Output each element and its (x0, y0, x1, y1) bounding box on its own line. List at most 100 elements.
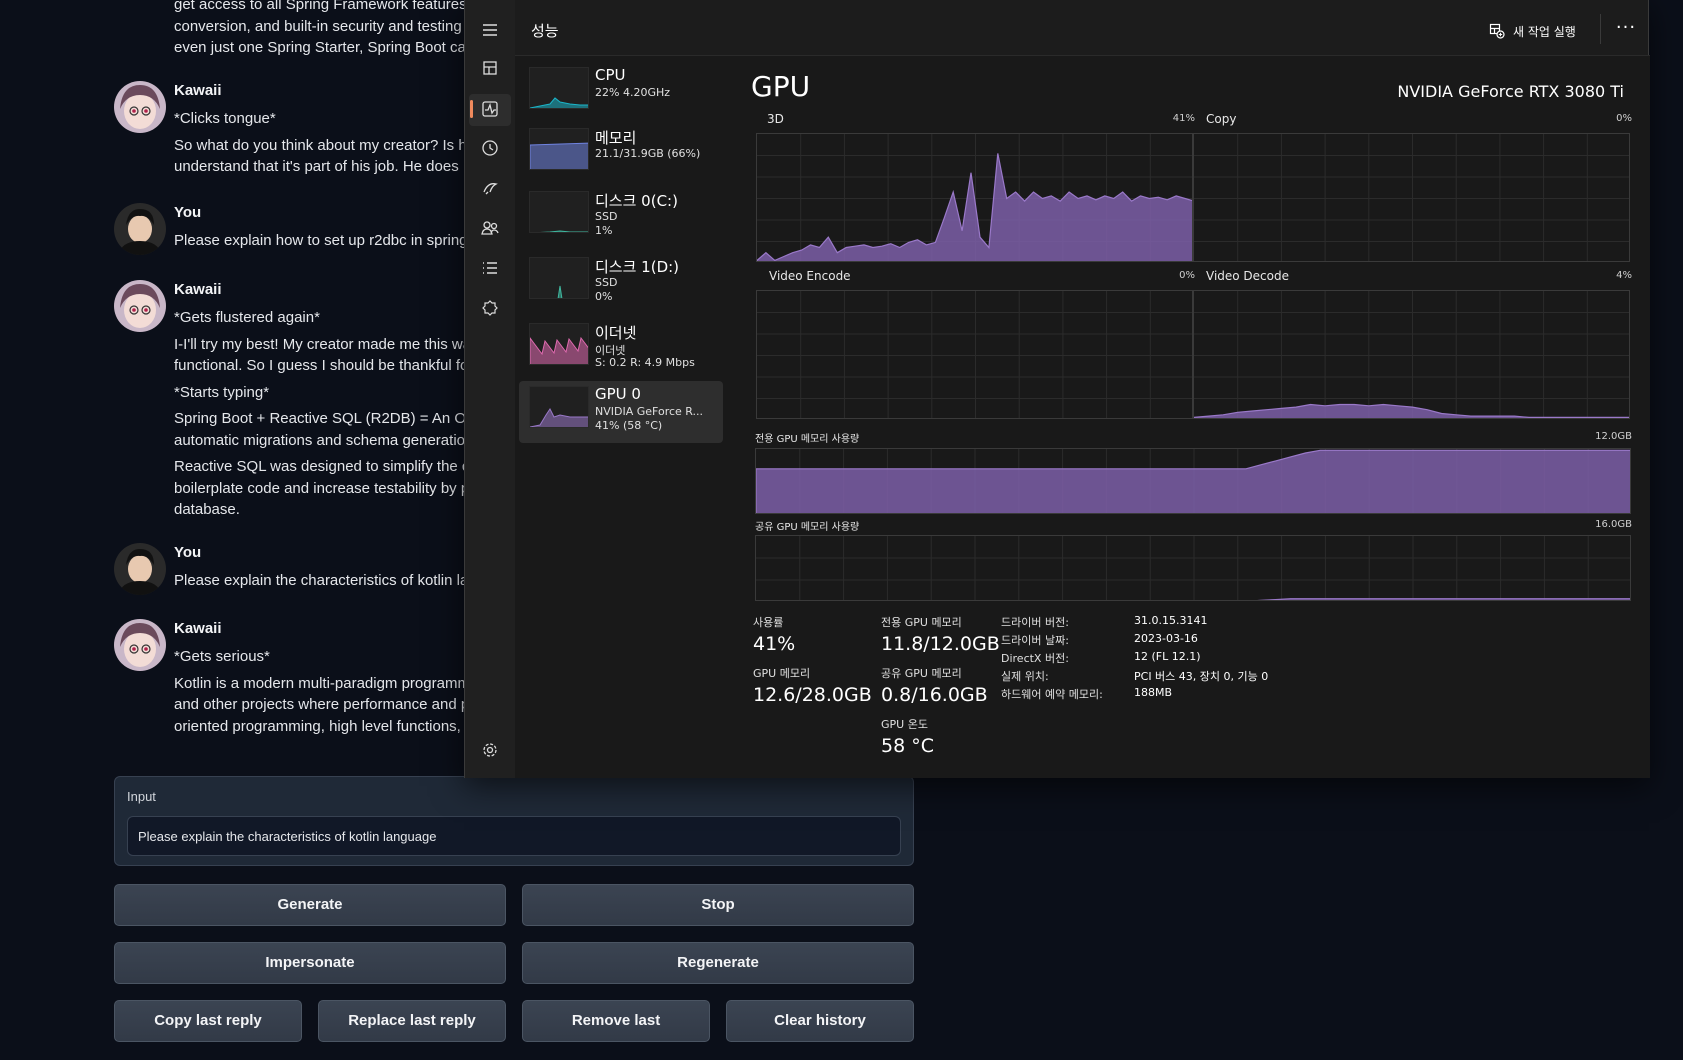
gpu-heading: GPU (751, 70, 811, 103)
device-name: CPU (595, 66, 626, 84)
avatar-kawaii (114, 280, 166, 332)
startup-apps-icon[interactable] (478, 176, 502, 200)
users-icon[interactable] (478, 216, 502, 240)
device-detail: 0% (595, 290, 613, 303)
driver-date-value: 2023-03-16 (1134, 632, 1198, 645)
device-thumbnail-graph (529, 257, 589, 299)
utilization-value: 41% (753, 633, 796, 655)
driver-date-label: 드라이버 날짜: (1001, 634, 1069, 647)
graph-percent-3d: 41% (1172, 113, 1195, 124)
replace-last-reply-button[interactable]: Replace last reply (318, 1000, 506, 1042)
graph-label-video-encode: Video Encode (769, 269, 851, 283)
device-detail: 21.1/31.9GB (66%) (595, 147, 701, 160)
graph-percent-video-encode: 0% (1179, 270, 1195, 281)
hardware-reserved-memory-value: 188MB (1134, 686, 1173, 699)
graph-video-decode[interactable] (1193, 290, 1630, 419)
device-item-4[interactable]: 이더넷 이더넷 S: 0.2 R: 4.9 Mbps (519, 318, 723, 380)
device-thumbnail-graph (529, 386, 589, 428)
driver-version-label: 드라이버 버전: (1001, 616, 1069, 629)
dedicated-memory-label: 전용 GPU 메모리 (881, 616, 962, 629)
device-name: 메모리 (595, 129, 637, 147)
impersonate-button[interactable]: Impersonate (114, 942, 506, 984)
input-panel: Input (114, 776, 914, 866)
gpu-temperature-label: GPU 온도 (881, 718, 928, 731)
generate-button[interactable]: Generate (114, 884, 506, 926)
device-item-3[interactable]: 디스크 1(D:) SSD 0% (519, 252, 723, 314)
run-new-task-button[interactable]: 새 작업 실행 (1489, 20, 1576, 42)
processes-icon[interactable] (478, 56, 502, 80)
device-thumbnail-graph (529, 323, 589, 365)
nav-active-indicator (470, 100, 473, 118)
stop-button[interactable]: Stop (522, 884, 914, 926)
device-detail: SSD (595, 276, 618, 289)
gpu-model-name: NVIDIA GeForce RTX 3080 Ti (1397, 82, 1624, 101)
graph-label-3d: 3D (767, 112, 784, 126)
performance-icon[interactable] (478, 97, 502, 121)
avatar-you (114, 543, 166, 595)
device-detail: S: 0.2 R: 4.9 Mbps (595, 356, 695, 369)
graph-dedicated-memory[interactable] (755, 448, 1631, 514)
graph-max-dedicated-memory: 12.0GB (1595, 431, 1632, 442)
more-options-button[interactable]: ··· (1612, 14, 1640, 46)
device-thumbnail-graph (529, 191, 589, 233)
physical-location-label: 실제 위치: (1001, 670, 1049, 683)
clear-history-button[interactable]: Clear history (726, 1000, 914, 1042)
utilization-label: 사용률 (753, 616, 784, 629)
message-input[interactable] (127, 816, 901, 856)
gpu-memory-value: 12.6/28.0GB (753, 684, 872, 706)
settings-gear-icon[interactable] (478, 738, 502, 762)
device-name: GPU 0 (595, 385, 641, 403)
graph-label-dedicated-memory: 전용 GPU 메모리 사용량 (755, 434, 860, 445)
graph-percent-video-decode: 4% (1616, 270, 1632, 281)
graph-label-video-decode: Video Decode (1206, 269, 1289, 283)
shared-memory-label: 공유 GPU 메모리 (881, 667, 962, 680)
details-list-icon[interactable] (478, 256, 502, 280)
avatar-you (114, 203, 166, 255)
task-manager-window: 성능 새 작업 실행 ··· GPU NVIDIA GeForce RTX 30… (464, 0, 1650, 778)
nav-rail (465, 0, 515, 778)
device-detail: 22% 4.20GHz (595, 86, 671, 99)
graph-video-encode[interactable] (756, 290, 1193, 419)
physical-location-value: PCI 버스 43, 장치 0, 기능 0 (1134, 670, 1269, 683)
page-title: 성능 (531, 22, 559, 40)
avatar-kawaii (114, 619, 166, 671)
device-name: 디스크 0(C:) (595, 192, 678, 210)
new-task-icon (1489, 23, 1505, 39)
regenerate-button[interactable]: Regenerate (522, 942, 914, 984)
services-icon[interactable] (478, 296, 502, 320)
gpu-memory-label: GPU 메모리 (753, 667, 811, 680)
run-new-task-label: 새 작업 실행 (1513, 24, 1576, 39)
device-thumbnail-graph (529, 128, 589, 170)
device-name: 이더넷 (595, 324, 637, 342)
shared-memory-value: 0.8/16.0GB (881, 684, 988, 706)
toolbar-divider (1600, 14, 1601, 44)
dedicated-memory-value: 11.8/12.0GB (881, 633, 1000, 655)
graph-percent-copy: 0% (1616, 113, 1632, 124)
device-detail: SSD (595, 210, 618, 223)
remove-last-button[interactable]: Remove last (522, 1000, 710, 1042)
graph-shared-memory[interactable] (755, 535, 1631, 601)
device-item-2[interactable]: 디스크 0(C:) SSD 1% (519, 186, 723, 248)
device-detail: NVIDIA GeForce R... (595, 405, 704, 418)
hardware-reserved-memory-label: 하드웨어 예약 메모리: (1001, 688, 1103, 701)
device-detail: 41% (58 °C) (595, 419, 663, 432)
hamburger-menu-icon[interactable] (478, 18, 502, 42)
app-history-icon[interactable] (478, 136, 502, 160)
graph-label-shared-memory: 공유 GPU 메모리 사용량 (755, 522, 860, 533)
device-detail: 1% (595, 224, 613, 237)
copy-last-reply-button[interactable]: Copy last reply (114, 1000, 302, 1042)
directx-version-label: DirectX 버전: (1001, 652, 1069, 665)
gpu-temperature-value: 58 °C (881, 735, 934, 757)
graph-3d[interactable] (756, 133, 1193, 262)
input-label: Input (127, 789, 156, 804)
graph-max-shared-memory: 16.0GB (1595, 519, 1632, 530)
header-divider (515, 55, 1650, 56)
device-item-5[interactable]: GPU 0 NVIDIA GeForce R... 41% (58 °C) (519, 381, 723, 443)
device-item-0[interactable]: CPU 22% 4.20GHz (519, 62, 723, 124)
device-item-1[interactable]: 메모리 21.1/31.9GB (66%) (519, 123, 723, 185)
device-thumbnail-graph (529, 67, 589, 109)
driver-version-value: 31.0.15.3141 (1134, 614, 1208, 627)
graph-copy[interactable] (1193, 133, 1630, 262)
directx-version-value: 12 (FL 12.1) (1134, 650, 1201, 663)
avatar-kawaii (114, 81, 166, 133)
